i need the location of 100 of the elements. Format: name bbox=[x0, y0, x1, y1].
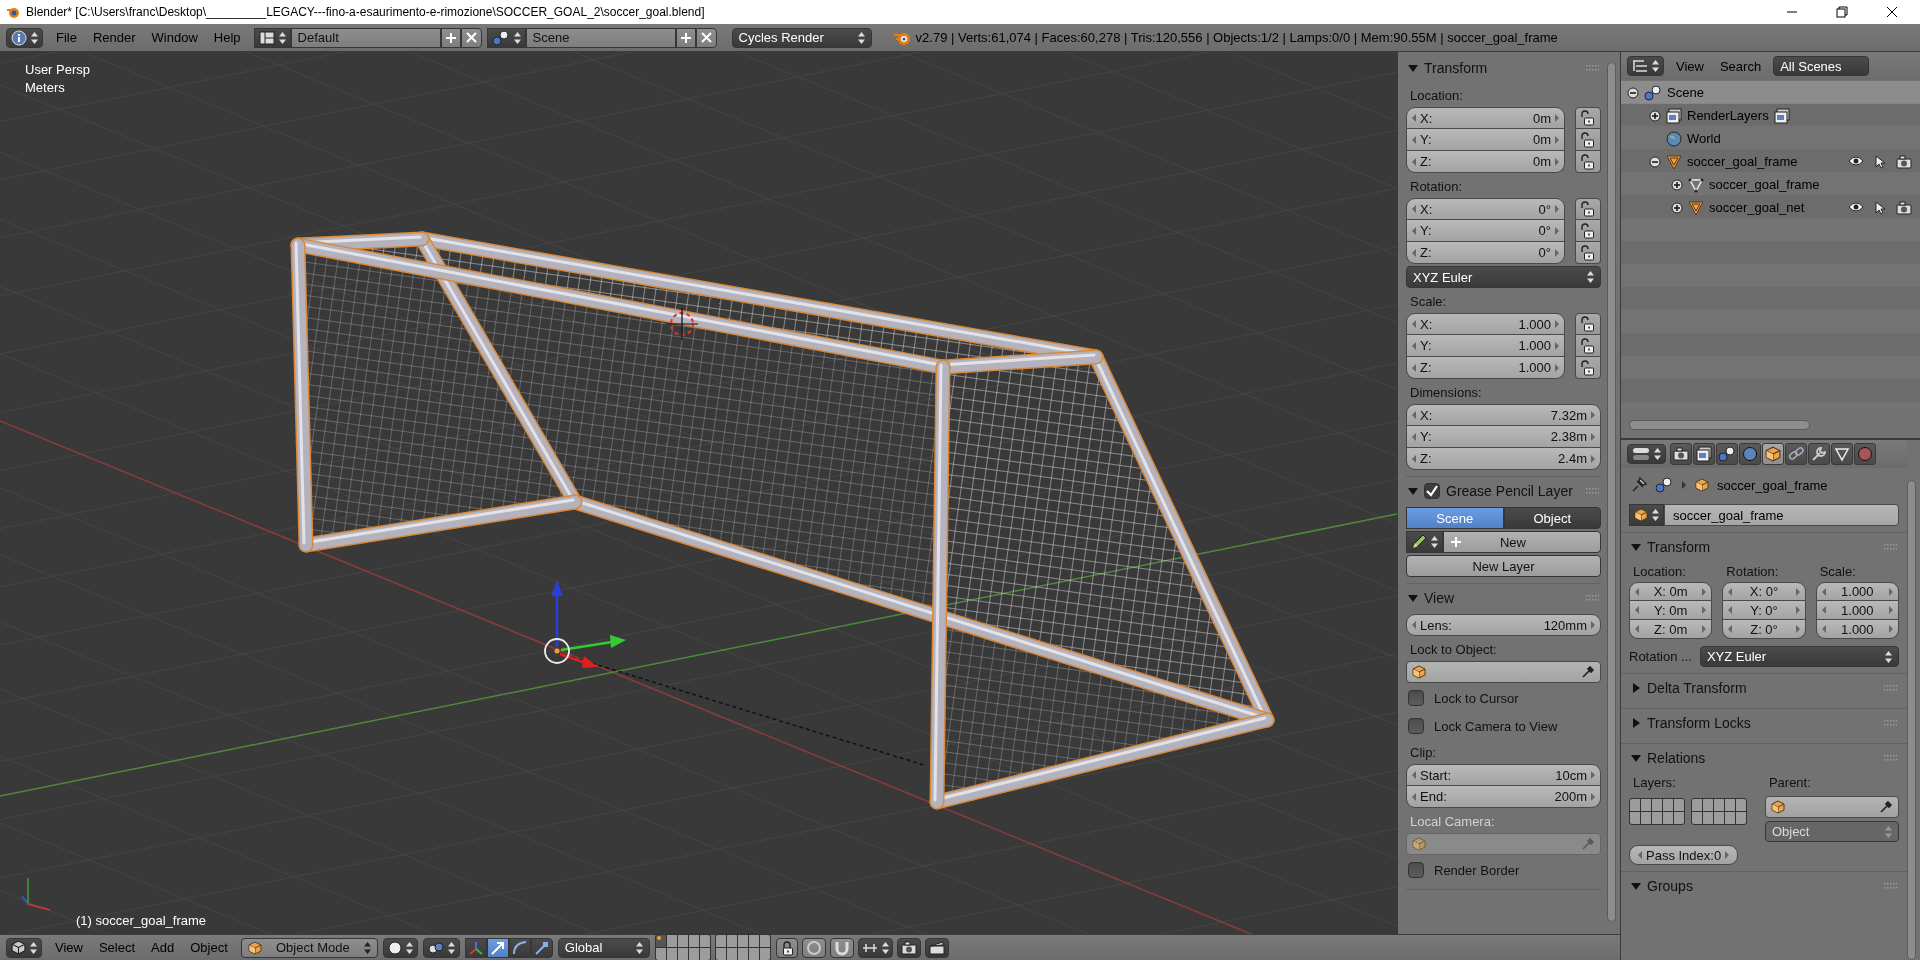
menu-item[interactable]: Object bbox=[182, 938, 236, 957]
layer-button[interactable] bbox=[688, 948, 699, 960]
drag-handle-icon[interactable] bbox=[1884, 719, 1897, 727]
layer-button[interactable] bbox=[699, 948, 710, 960]
camera-icon[interactable] bbox=[1896, 200, 1912, 215]
increment-arrow-icon[interactable] bbox=[1555, 341, 1559, 350]
delete-button[interactable] bbox=[460, 27, 482, 48]
expand-triangle-icon[interactable] bbox=[1631, 683, 1641, 693]
number-field[interactable]: Start: 10cm bbox=[1406, 764, 1601, 786]
manipulator-toggle[interactable] bbox=[486, 937, 509, 958]
number-field[interactable]: Y: 0m bbox=[1629, 601, 1713, 620]
lock-toggle[interactable] bbox=[1575, 242, 1601, 264]
lock-toggle[interactable] bbox=[1575, 151, 1601, 173]
mode-dropdown[interactable]: Object Mode bbox=[240, 937, 378, 958]
expand-icon[interactable] bbox=[1649, 109, 1661, 122]
number-field[interactable]: Y: 2.38m bbox=[1406, 426, 1601, 448]
number-field[interactable]: X: 0m bbox=[1406, 107, 1565, 129]
increment-arrow-icon[interactable] bbox=[1702, 625, 1707, 633]
rotation-mode-dropdown[interactable]: XYZ Euler bbox=[1699, 646, 1899, 667]
outliner-row[interactable]: soccer_goal_net bbox=[1621, 196, 1920, 219]
layer-button[interactable] bbox=[688, 935, 699, 947]
layer-button[interactable] bbox=[748, 948, 759, 960]
panel-header[interactable]: Transform bbox=[1629, 533, 1899, 561]
number-field[interactable]: Z: 0° bbox=[1406, 242, 1565, 264]
layer-button[interactable] bbox=[666, 935, 677, 947]
manipulator-drawing[interactable] bbox=[544, 580, 626, 668]
decrement-arrow-icon[interactable] bbox=[1412, 248, 1416, 257]
decrement-arrow-icon[interactable] bbox=[1412, 792, 1416, 801]
increment-arrow-icon[interactable] bbox=[1591, 621, 1595, 629]
increment-arrow-icon[interactable] bbox=[1555, 157, 1559, 166]
increment-arrow-icon[interactable] bbox=[1889, 606, 1893, 614]
panel-header[interactable]: View bbox=[1406, 584, 1601, 612]
increment-arrow-icon[interactable] bbox=[1555, 248, 1559, 257]
drag-handle-icon[interactable] bbox=[1884, 882, 1897, 890]
menu-item[interactable]: Add bbox=[143, 938, 183, 957]
display-filter-dropdown[interactable]: All Scenes bbox=[1773, 56, 1870, 76]
panel-header[interactable]: Relations bbox=[1629, 744, 1899, 772]
number-field[interactable]: 1.000 bbox=[1815, 582, 1899, 601]
number-field[interactable]: X: 7.32m bbox=[1406, 404, 1601, 426]
object-field[interactable] bbox=[1406, 661, 1601, 683]
layer-button[interactable] bbox=[666, 948, 677, 960]
increment-arrow-icon[interactable] bbox=[1795, 625, 1800, 633]
outliner-row[interactable]: Scene bbox=[1621, 81, 1920, 104]
context-tab[interactable] bbox=[1693, 443, 1715, 465]
lock-layers-button[interactable] bbox=[775, 937, 798, 958]
context-tab[interactable] bbox=[1716, 443, 1738, 465]
decrement-arrow-icon[interactable] bbox=[1635, 587, 1639, 596]
increment-arrow-icon[interactable] bbox=[1555, 205, 1559, 213]
pin-icon[interactable] bbox=[1631, 477, 1647, 493]
decrement-arrow-icon[interactable] bbox=[1412, 341, 1416, 350]
editor-type-menu[interactable] bbox=[1627, 444, 1666, 464]
number-field[interactable]: X: 1.000 bbox=[1406, 313, 1565, 335]
new-layer-button[interactable]: New Layer bbox=[1406, 555, 1601, 577]
checkbox[interactable] bbox=[1408, 862, 1424, 878]
layer-button[interactable] bbox=[677, 935, 688, 947]
layer-button[interactable] bbox=[748, 935, 759, 947]
increment-arrow-icon[interactable] bbox=[1795, 606, 1800, 614]
decrement-arrow-icon[interactable] bbox=[1412, 157, 1416, 166]
number-field[interactable]: 1.000 bbox=[1815, 620, 1899, 639]
number-field[interactable]: X: 0° bbox=[1722, 582, 1806, 601]
number-field[interactable]: Z: 0° bbox=[1722, 620, 1806, 639]
layer-button[interactable] bbox=[677, 948, 688, 960]
checkbox[interactable] bbox=[1408, 690, 1424, 706]
drag-handle-icon[interactable] bbox=[1884, 684, 1897, 692]
collapse-triangle-icon[interactable] bbox=[1631, 881, 1641, 891]
increment-arrow-icon[interactable] bbox=[1555, 135, 1559, 144]
soccer-goal-drawing[interactable] bbox=[290, 231, 1275, 810]
decrement-arrow-icon[interactable] bbox=[1821, 625, 1826, 633]
snap-button[interactable] bbox=[829, 937, 854, 958]
decrement-arrow-icon[interactable] bbox=[1728, 587, 1733, 596]
new-button[interactable]: New bbox=[1443, 531, 1601, 553]
orientation-dropdown[interactable]: Global bbox=[557, 937, 650, 958]
number-field[interactable]: Y: 0m bbox=[1406, 129, 1565, 151]
decrement-arrow-icon[interactable] bbox=[1821, 587, 1826, 596]
lock-toggle[interactable] bbox=[1575, 335, 1601, 357]
number-field[interactable]: Z: 0m bbox=[1629, 620, 1713, 639]
context-tab[interactable] bbox=[1831, 443, 1853, 465]
panel-header[interactable]: Transform Locks bbox=[1629, 709, 1899, 737]
editor-type-menu[interactable] bbox=[6, 937, 42, 958]
menu-item[interactable]: File bbox=[48, 28, 85, 47]
outliner-row[interactable]: World bbox=[1621, 127, 1920, 150]
shading-dropdown[interactable] bbox=[382, 937, 418, 958]
number-field[interactable]: Lens: 120mm bbox=[1406, 614, 1601, 636]
increment-arrow-icon[interactable] bbox=[1591, 432, 1595, 441]
decrement-arrow-icon[interactable] bbox=[1412, 226, 1416, 235]
panel-header[interactable]: Grease Pencil Layer bbox=[1406, 477, 1601, 505]
increment-arrow-icon[interactable] bbox=[1889, 587, 1893, 596]
layer-button[interactable] bbox=[715, 935, 726, 947]
collapse-triangle-icon[interactable] bbox=[1631, 542, 1641, 552]
manipulator-toggle[interactable] bbox=[530, 937, 553, 958]
scrollbar[interactable] bbox=[1607, 62, 1616, 922]
lock-toggle[interactable] bbox=[1575, 198, 1601, 220]
context-tab[interactable] bbox=[1762, 443, 1784, 465]
lock-toggle[interactable] bbox=[1575, 313, 1601, 335]
layer-button[interactable] bbox=[699, 935, 710, 947]
3d-cursor-icon[interactable] bbox=[665, 307, 699, 341]
eye-icon[interactable] bbox=[1848, 154, 1864, 167]
object-browse-menu[interactable] bbox=[1629, 504, 1664, 526]
decrement-arrow-icon[interactable] bbox=[1412, 205, 1416, 213]
pointer-icon[interactable] bbox=[1874, 154, 1886, 169]
